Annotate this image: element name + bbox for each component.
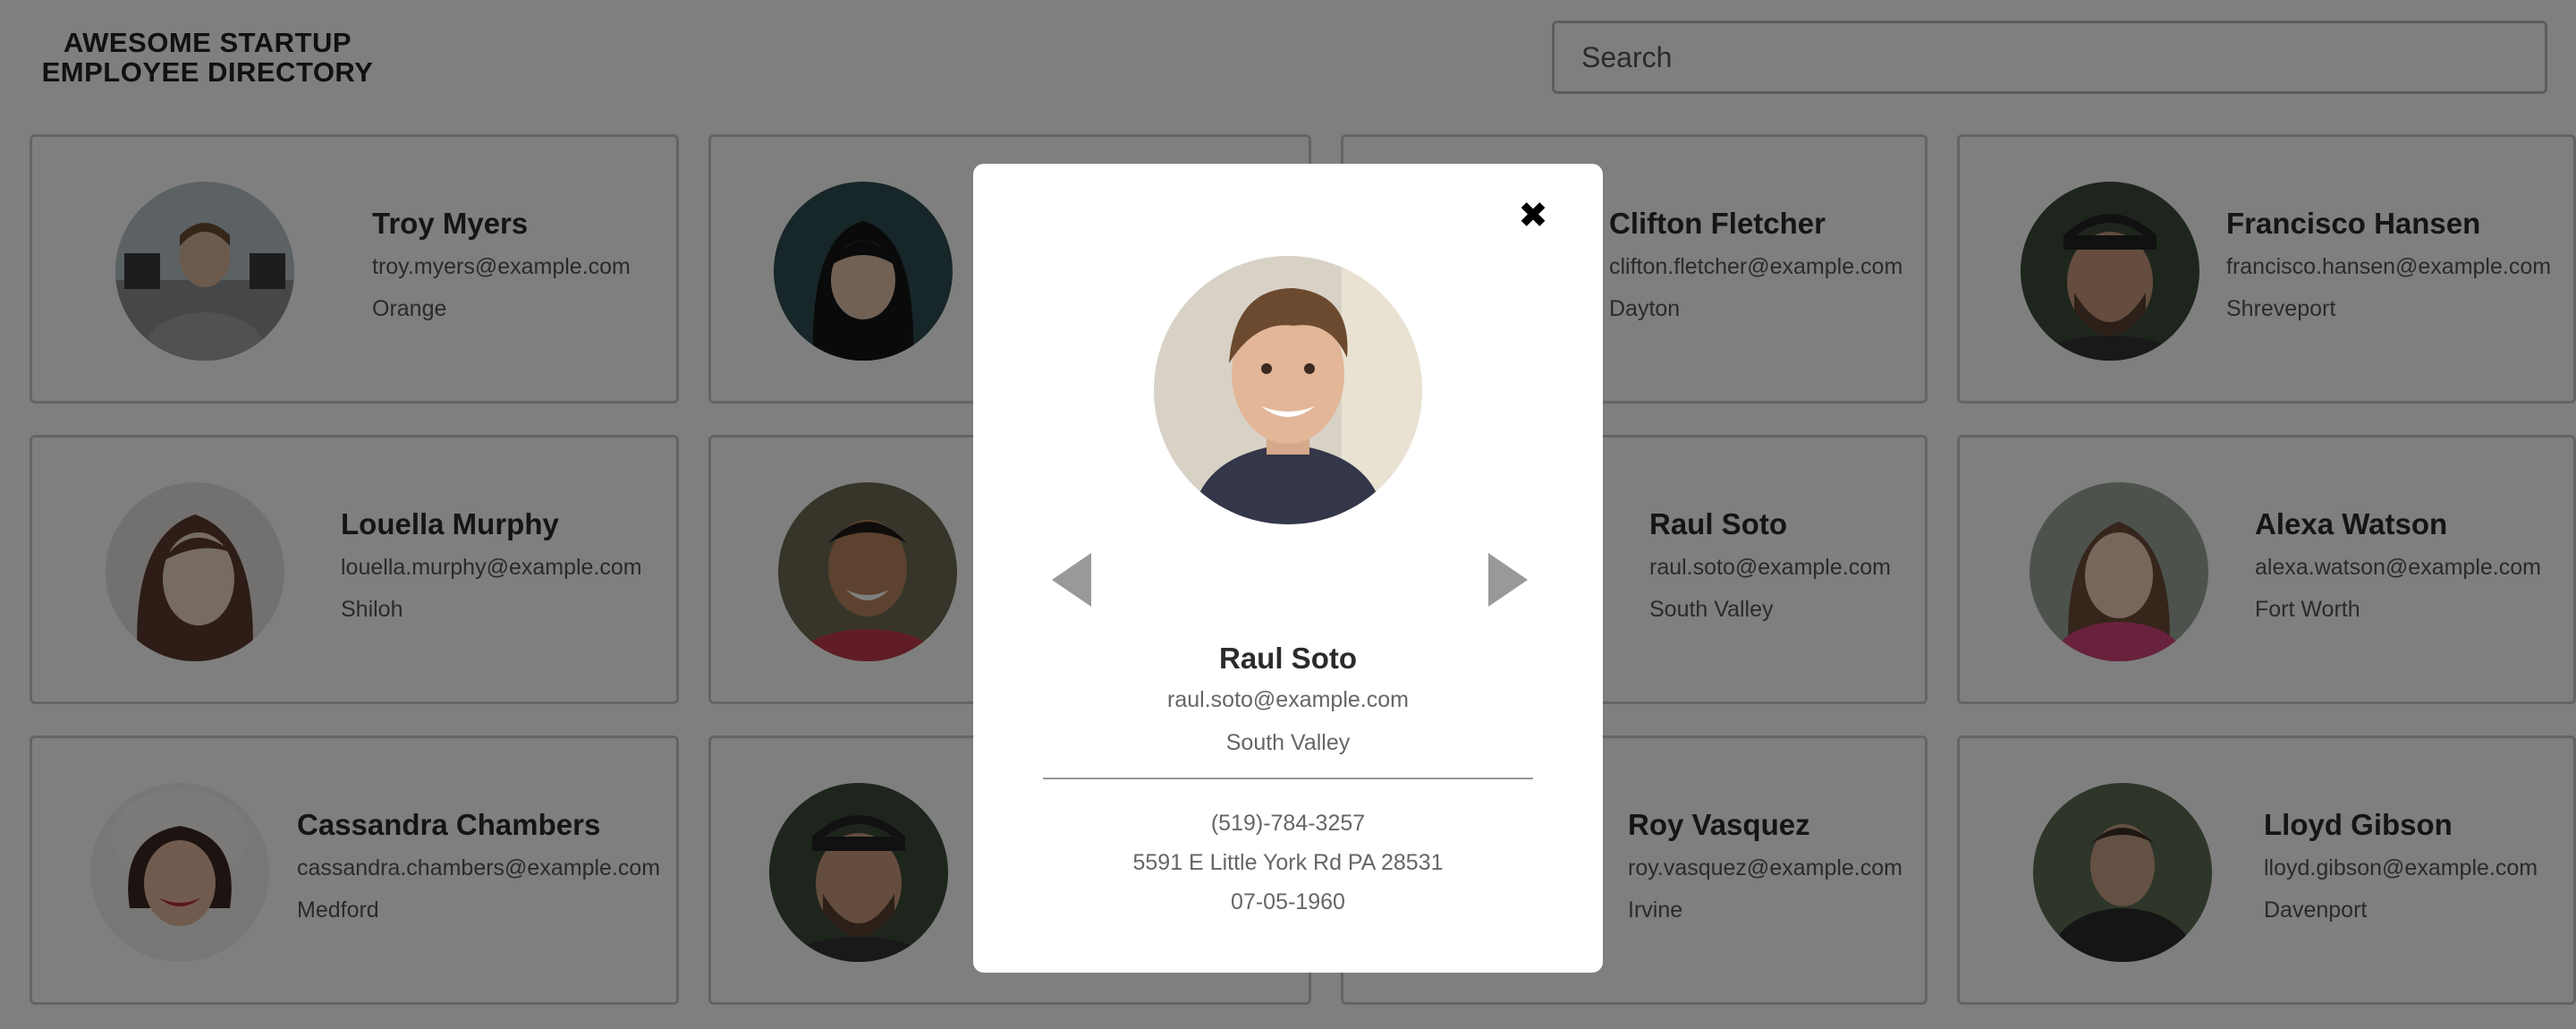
close-icon[interactable]: ✖ [1515,198,1551,234]
modal-birthday: 07-05-1960 [1231,889,1345,914]
modal-avatar [1154,256,1422,524]
triangle-left-icon[interactable] [1050,551,1095,608]
employee-modal: ✖ Raul Soto raul.soto@example.com South … [973,164,1603,973]
modal-city: South Valley [1225,730,1351,755]
modal-phone: (519)-784-3257 [1210,811,1366,836]
modal-address: 5591 E Little York Rd PA 28531 [1132,850,1444,875]
modal-divider [1043,778,1533,779]
triangle-right-icon[interactable] [1485,551,1530,608]
modal-name: Raul Soto [1219,642,1357,675]
modal-email: raul.soto@example.com [1167,687,1409,712]
